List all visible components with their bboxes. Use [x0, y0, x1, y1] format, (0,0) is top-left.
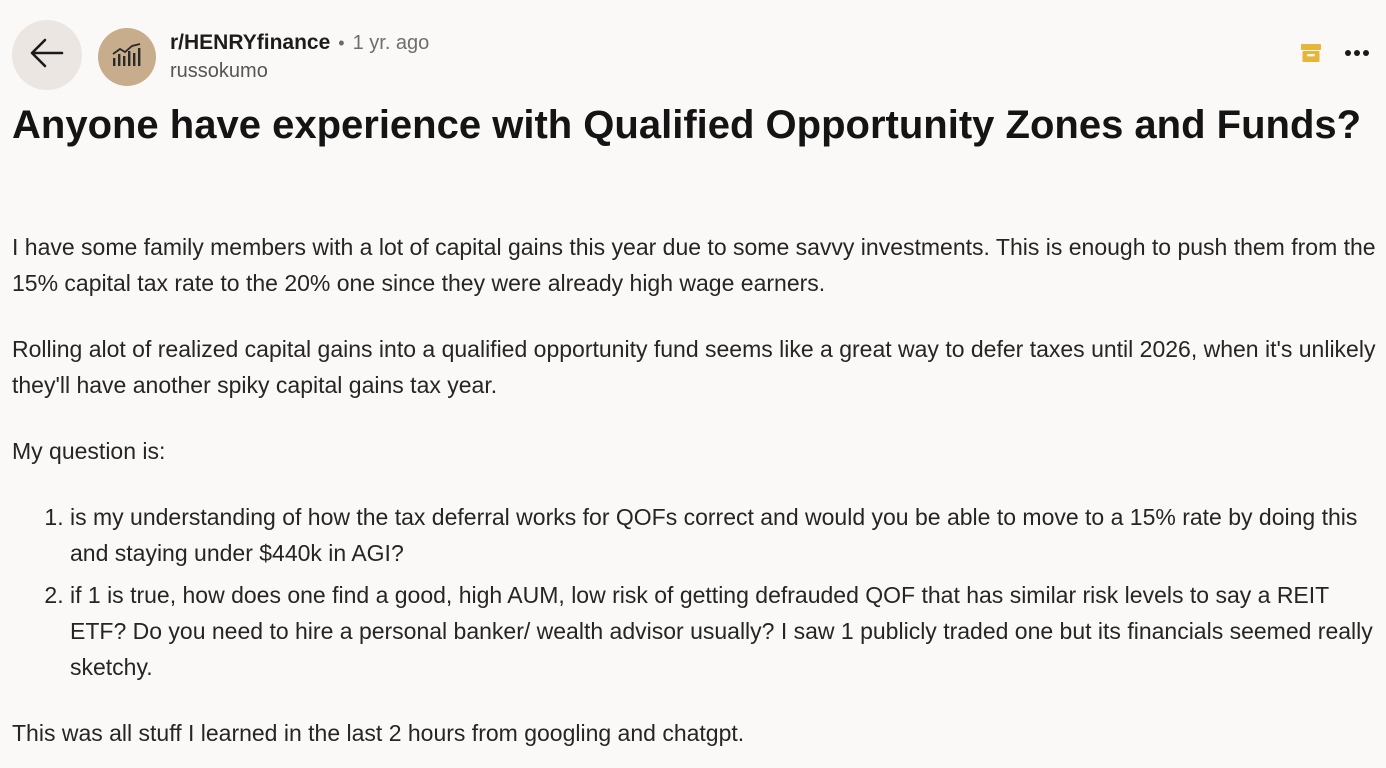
arrow-left-icon	[28, 34, 66, 77]
post-paragraph: My question is:	[12, 438, 166, 464]
more-horizontal-icon[interactable]	[1344, 49, 1370, 57]
author-link[interactable]: russokumo	[170, 57, 429, 85]
post-meta-line: r/HENRYfinance • 1 yr. ago	[170, 29, 429, 57]
subreddit-link[interactable]: r/HENRYfinance	[170, 29, 330, 57]
post-closing: This was all stuff I learned in the last…	[12, 720, 745, 746]
question-list-item: if 1 is true, how does one find a good, …	[70, 577, 1378, 685]
back-button[interactable]	[12, 20, 82, 90]
post-meta: r/HENRYfinance • 1 yr. ago russokumo	[170, 29, 429, 85]
bar-chart-icon	[110, 42, 144, 73]
post-paragraph: Rolling alot of realized capital gains i…	[12, 336, 1376, 398]
subreddit-avatar[interactable]	[98, 28, 156, 86]
post-title: Anyone have experience with Qualified Op…	[12, 103, 1362, 147]
archive-icon[interactable]	[1300, 42, 1322, 64]
question-list-item: is my understanding of how the tax defer…	[70, 499, 1378, 571]
meta-separator: •	[338, 33, 345, 53]
post-paragraph: I have some family members with a lot of…	[12, 234, 1376, 296]
post-body: I have some family members with a lot of…	[12, 229, 1378, 751]
post-time: 1 yr. ago	[352, 32, 430, 54]
question-list: is my understanding of how the tax defer…	[12, 499, 1378, 685]
header-actions	[1300, 42, 1370, 64]
